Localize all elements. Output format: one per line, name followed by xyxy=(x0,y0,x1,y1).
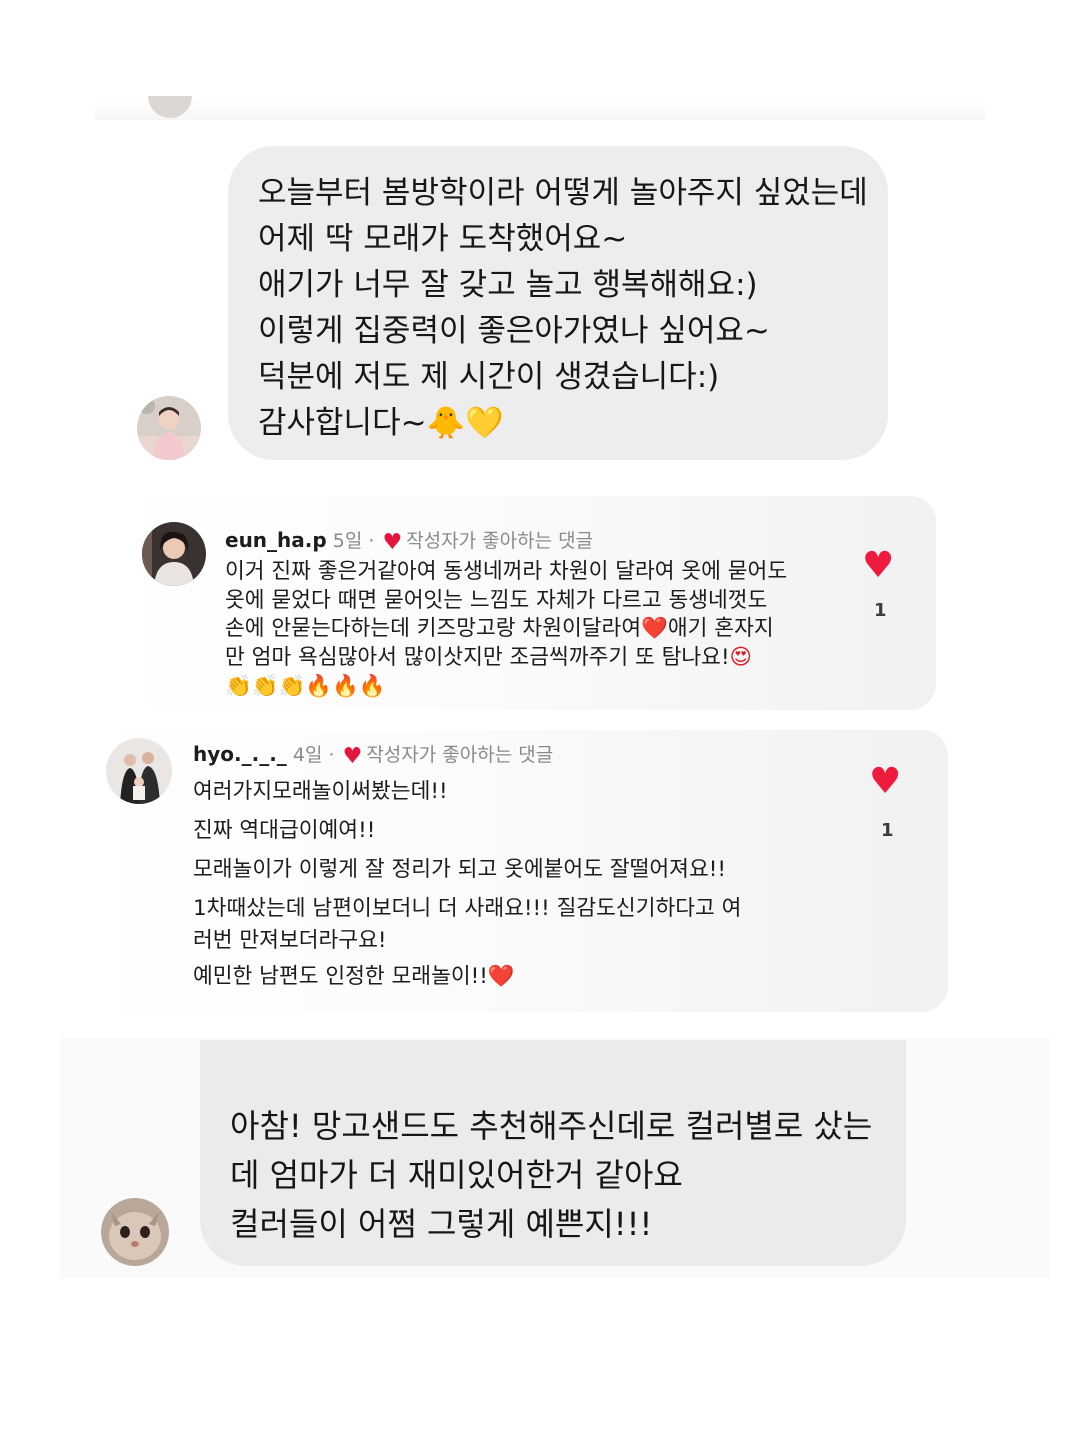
dm-message-bubble: 아참! 망고샌드도 추천해주신데로 컬러별로 샀는 데 엄마가 더 재미있어한거… xyxy=(200,1040,906,1266)
comment-line: 옷에 묻었다 때면 묻어잇는 느낌도 자체가 다르고 동생네껏도 xyxy=(225,587,768,613)
comment-line: 예민한 남편도 인정한 모래놀이!!❤️ xyxy=(193,957,741,997)
comment-text: 애기 혼자지 xyxy=(667,616,774,641)
heart-icon: ♥ xyxy=(382,530,403,555)
comment-card: eun_ha.p 5일 · ♥ 작성자가 좋아하는 댓글 이거 진짜 좋은거같아여… xyxy=(110,496,936,710)
message-line: 애기가 너무 잘 갖고 놀고 행복해해요:) xyxy=(258,267,758,303)
comment-line: 러번 만져보더라구요! xyxy=(193,928,387,953)
message-line: 컬러들이 어쩜 그렇게 예쁜지!!! xyxy=(230,1205,653,1243)
message-line: 오늘부터 봄방학이라 어떻게 놀아주지 싶었는데 xyxy=(258,175,868,211)
message-text: 감사합니다~ xyxy=(258,405,427,441)
comment-line: 1차때샀는데 남편이보더니 더 사래요!!! 질감도신기하다고 여 xyxy=(193,896,742,921)
heart-icon[interactable]: ♥ xyxy=(862,548,894,584)
chick-emoji-icon: 🐥 xyxy=(426,405,466,441)
woman-avatar[interactable] xyxy=(142,522,206,586)
top-fade-strip xyxy=(95,100,985,120)
like-count: 1 xyxy=(874,600,887,621)
comment-time: 5일 xyxy=(332,530,363,552)
separator-dot: · xyxy=(328,744,335,766)
comment-card: hyo._._._ 4일 · ♥ 작성자가 좋아하는 댓글 여러가지모래놀이써봤는… xyxy=(80,730,948,1012)
comment-line: 진짜 역대급이예여!! xyxy=(193,818,376,843)
red-heart-emoji-icon: ❤️ xyxy=(641,616,668,641)
cat-avatar[interactable] xyxy=(101,1198,169,1266)
comment-time: 4일 xyxy=(292,744,323,766)
comment-username[interactable]: eun_ha.p xyxy=(225,528,327,552)
yellow-heart-emoji-icon: 💛 xyxy=(465,405,504,441)
comment-text: 만 엄마 욕심많아서 많이삿지만 조금씩까주기 또 탐나요! xyxy=(225,644,730,670)
red-heart-emoji-icon: ❤️ xyxy=(487,964,515,989)
heart-icon[interactable]: ♥ xyxy=(869,764,901,800)
separator-dot: · xyxy=(368,530,375,552)
comment-line: 손에 안묻는다하는데 키즈망고랑 차원이달라여❤️애기 혼자지 xyxy=(225,615,787,644)
comment-line: 여러가지모래놀이써봤는데!! xyxy=(193,779,448,804)
comment-line: 이거 진짜 좋은거같아여 동생네꺼라 차원이 달라여 옷에 묻어도 xyxy=(225,559,788,584)
author-liked-label: 작성자가 좋아하는 댓글 xyxy=(366,744,554,766)
comment-header: eun_ha.p 5일 · ♥ 작성자가 좋아하는 댓글 xyxy=(225,526,593,555)
message-line: 덕분에 저도 제 시간이 생겼습니다:) xyxy=(258,359,720,395)
message-line: 이렇게 집중력이 좋은아가였나 싶어요~ xyxy=(258,313,770,349)
dm-message-bubble: 오늘부터 봄방학이라 어떻게 놀아주지 싶었는데 어제 딱 모래가 도착했어요~… xyxy=(228,146,888,460)
comment-username[interactable]: hyo._._._ xyxy=(193,742,287,766)
baby-avatar[interactable] xyxy=(137,396,201,460)
family-avatar[interactable] xyxy=(106,738,172,804)
comment-body: 여러가지모래놀이써봤는데!! 진짜 역대급이예여!! 모래놀이가 이렇게 잘 정… xyxy=(193,772,741,997)
like-count: 1 xyxy=(881,820,894,841)
heart-eyes-emoji-icon: 😍 xyxy=(729,644,752,670)
message-line: 어제 딱 모래가 도착했어요~ xyxy=(258,221,628,257)
message-line: 아참! 망고샌드도 추천해주신데로 컬러별로 샀는 xyxy=(230,1107,873,1145)
heart-icon: ♥ xyxy=(342,744,363,769)
comment-text: 손에 안묻는다하는데 키즈망고랑 차원이달라여 xyxy=(225,616,642,641)
comment-body: 이거 진짜 좋은거같아여 동생네꺼라 차원이 달라여 옷에 묻어도 옷에 묻었다… xyxy=(225,558,787,702)
comment-line: 만 엄마 욕심많아서 많이삿지만 조금씩까주기 또 탐나요!😍 xyxy=(225,644,787,673)
author-liked-label: 작성자가 좋아하는 댓글 xyxy=(406,530,594,552)
clap-fire-emoji-icon: 👏👏👏🔥🔥🔥 xyxy=(225,674,386,699)
message-line: 데 엄마가 더 재미있어한거 같아요 xyxy=(230,1156,683,1194)
comment-header: hyo._._._ 4일 · ♥ 작성자가 좋아하는 댓글 xyxy=(193,740,553,769)
message-line: 감사합니다~🐥💛 xyxy=(258,400,868,446)
comment-line: 모래놀이가 이렇게 잘 정리가 되고 옷에붙어도 잘떨어져요!! xyxy=(193,857,726,882)
comment-text: 예민한 남편도 인정한 모래놀이!! xyxy=(193,964,488,989)
